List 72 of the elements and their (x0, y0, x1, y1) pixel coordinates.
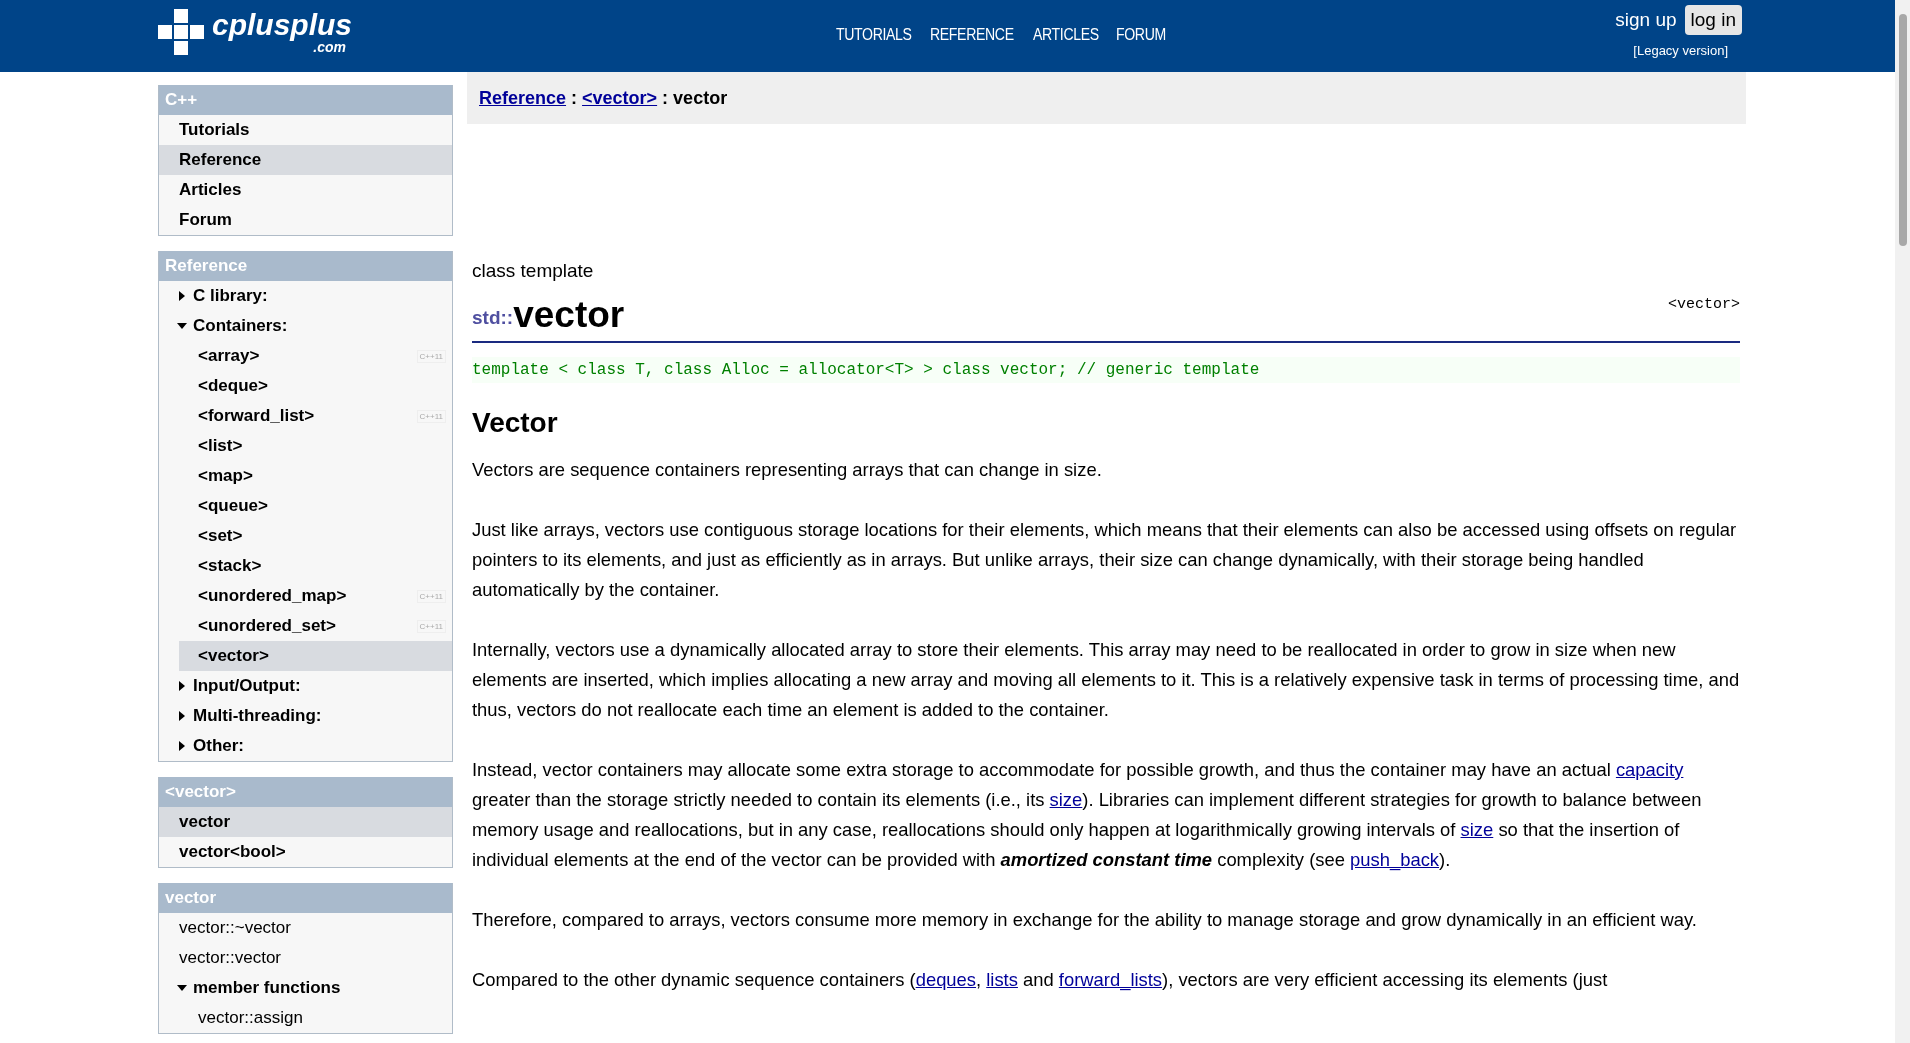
breadcrumb-separator: : (662, 87, 669, 109)
header-file-label: <vector> (1668, 296, 1740, 313)
link[interactable]: capacity (1615, 759, 1684, 780)
sidebar-item[interactable]: member functions (159, 973, 452, 1003)
sidebar-item[interactable]: C library: (159, 281, 452, 311)
sidebar-item[interactable]: Articles (159, 175, 452, 205)
link[interactable]: forward_lists (1058, 969, 1163, 990)
scrollbar[interactable] (1895, 0, 1910, 1043)
link[interactable]: deques (915, 969, 976, 990)
link[interactable]: size (1460, 819, 1494, 840)
sidebar-item[interactable]: <unordered_map> C++11 (179, 581, 452, 611)
paragraph: Therefore, compared to arrays, vectors consume more memory in exchange for the ability to manage storage and grow dynamically in an efficient way. (472, 908, 1698, 932)
nav-link[interactable]: REFERENCE (929, 26, 1014, 44)
namespace-label: std:: (472, 307, 514, 329)
version-tag: C++11 (416, 589, 446, 603)
sidebar-item[interactable]: <vector> (179, 641, 452, 671)
sidebar-title: <vector> (159, 777, 452, 807)
nav-link[interactable]: FORUM (1115, 26, 1166, 44)
page-title: vector (513, 296, 625, 333)
sidebar-item[interactable]: <stack> (179, 551, 452, 581)
sign-up-link[interactable]: sign up (1615, 9, 1677, 31)
caret-right-icon (177, 740, 187, 752)
sidebar-item[interactable]: Multi-threading: (159, 701, 452, 731)
paragraph: Internally, vectors use a dynamically allocated array to store their elements. This array may need to be reallocated in order to grow in size when new elements are inserted, which implies allocating a new array and moving all elements to it. This is a relatively expensive task in terms of processing time, and thus, vectors do not reallocate each time an element is added to the container. (472, 638, 1740, 722)
nav-link[interactable]: ARTICLES (1033, 26, 1099, 44)
breadcrumb-link[interactable]: Reference (479, 87, 567, 109)
caret-right-icon (177, 680, 187, 692)
link[interactable]: lists (986, 969, 1018, 990)
breadcrumb-link[interactable]: <vector> (582, 87, 658, 109)
version-tag: C++11 (416, 409, 446, 423)
sidebar-item[interactable]: <set> (179, 521, 452, 551)
sidebar-item[interactable]: Forum (159, 205, 452, 235)
legacy-link[interactable]: [Legacy version] (1633, 43, 1728, 58)
sidebar-item[interactable]: Input/Output: (159, 671, 452, 701)
logo-text[interactable]: cplusplus (212, 10, 353, 40)
nav-link[interactable]: TUTORIALS (836, 26, 912, 44)
sidebar-item[interactable]: <deque> (179, 371, 452, 401)
sidebar-item[interactable]: Tutorials (159, 115, 452, 145)
sidebar-item[interactable]: vector::~vector (159, 913, 452, 943)
sidebar-item[interactable]: vector<bool> (159, 837, 452, 867)
caret-right-icon (177, 710, 187, 722)
log-in-button[interactable]: log in (1684, 5, 1742, 35)
kind-label: class template (472, 260, 595, 282)
sidebar-item[interactable]: vector::assign (179, 1003, 452, 1033)
sidebar-item[interactable]: <queue> (179, 491, 452, 521)
paragraph: Instead, vector containers may allocate some extra storage to accommodate for possible growth, and thus the container may have an actual capacity greater than the storage strictly needed to contain its elements (i.e., its size). Libraries can implement different strategies for growth to balance between memory usage and reallocations, but in any case, reallocations should only happen at logarithmically growing intervals of size so that the insertion of individual elements at the end of the vector can be provided with amortized constant time complexity (see push_back). (472, 758, 1703, 873)
sidebar-title: vector (159, 883, 452, 913)
sidebar-item[interactable]: Other: (159, 731, 452, 761)
sidebar-item[interactable]: <forward_list> C++11 (179, 401, 452, 431)
caret-right-icon (177, 290, 187, 302)
sidebar-item[interactable]: <list> (179, 431, 452, 461)
sidebar-item[interactable]: <map> (179, 461, 452, 491)
sidebar-item[interactable]: vector::vector (159, 943, 452, 973)
sidebar-item[interactable]: <unordered_set> C++11 (179, 611, 452, 641)
version-tag: C++11 (416, 349, 446, 363)
breadcrumb-separator: : (571, 87, 578, 109)
sidebar-title: Reference (159, 251, 452, 281)
paragraph: Just like arrays, vectors use contiguous storage locations for their elements, which means that their elements can also be accessed using offsets on regular pointers to its elements, and just as efficiently as in arrays. But unlike arrays, their size can change dynamically, with their storage being handled automatically by the container. (472, 518, 1738, 602)
link[interactable]: push_back (1350, 849, 1440, 870)
sidebar-item[interactable]: vector (159, 807, 452, 837)
paragraph: Compared to the other dynamic sequence containers (deques, lists and forward_lists), vectors are very efficient accessing its elements (just (472, 968, 1609, 993)
sidebar-item[interactable]: Reference (159, 145, 452, 175)
logo-icon (158, 9, 204, 55)
breadcrumb-current: vector (673, 87, 728, 109)
sidebar-item[interactable]: Containers: (159, 311, 452, 341)
declaration-code: template < class T, class Alloc = allocator<T> > class vector; // generic template (472, 357, 1740, 383)
section-heading: Vector (472, 407, 559, 439)
sidebar-title: C++ (159, 85, 452, 115)
sidebar-item[interactable]: <array> C++11 (179, 341, 452, 371)
logo-suffix: .com (313, 40, 347, 54)
version-tag: C++11 (416, 619, 446, 633)
paragraph: Vectors are sequence containers representing arrays that can change in size. (472, 458, 1103, 482)
